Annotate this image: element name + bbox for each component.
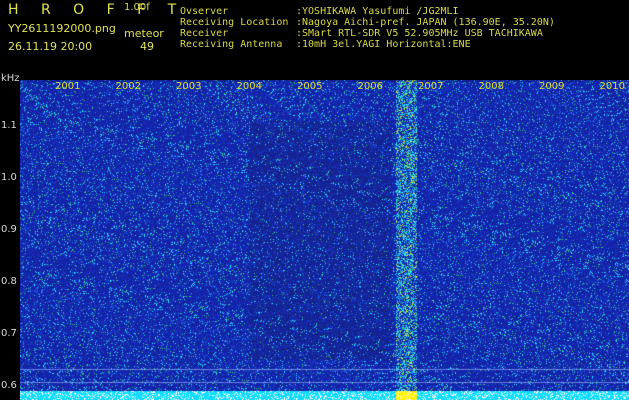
frequency-unit-label: kHz <box>1 73 20 84</box>
time-tick-label: 2010 <box>599 81 625 92</box>
meteor-label: meteor <box>124 27 164 40</box>
freq-tick-label: 0.9 <box>1 223 17 235</box>
freq-tick-label: 0.6 <box>1 379 17 391</box>
time-tick-label: 2007 <box>418 81 444 92</box>
freq-tick-label: 0.8 <box>1 275 17 287</box>
info-key: Receiver <box>180 28 229 39</box>
waterfall-spectrogram <box>20 80 629 400</box>
info-value: :YOSHIKAWA Yasufumi /JG2MLI <box>296 6 459 17</box>
freq-tick-label: 1.0 <box>1 171 17 183</box>
version-label: 1.00f <box>124 2 150 13</box>
info-row-receiver: Receiver :SMart RTL-SDR V5 52.905MHz USB… <box>180 28 555 39</box>
time-tick-label: 2001 <box>55 81 81 92</box>
info-row-antenna: Receiving Antenna :10mH 3el.YAGI Horizon… <box>180 39 555 50</box>
time-tick-label: 2004 <box>236 81 262 92</box>
info-value: :SMart RTL-SDR V5 52.905MHz USB TACHIKAW… <box>296 28 543 39</box>
app-brand: H R O F F T <box>8 2 186 18</box>
time-tick-label: 2009 <box>539 81 565 92</box>
info-key: Receiving Location <box>180 17 289 28</box>
freq-tick-label: 1.1 <box>1 119 17 131</box>
info-row-location: Receiving Location :Nagoya Aichi-pref. J… <box>180 17 555 28</box>
time-tick-label: 2002 <box>115 81 141 92</box>
time-axis: 2001 2002 2003 2004 2005 2006 2007 2008 2009 2010 <box>20 81 629 93</box>
waterfall-canvas <box>20 80 629 400</box>
info-value: :10mH 3el.YAGI Horizontal:ENE <box>296 39 471 50</box>
meteor-count: 49 <box>140 40 154 53</box>
info-key: Receiving Antenna <box>180 39 283 50</box>
file-name: YY2611192000.png <box>8 22 116 35</box>
date-time: 26.11.19 20:00 <box>8 40 93 53</box>
time-tick-label: 2005 <box>297 81 323 92</box>
time-tick-label: 2003 <box>176 81 202 92</box>
freq-tick-label: 0.7 <box>1 327 17 339</box>
time-tick-label: 2006 <box>357 81 383 92</box>
info-key: Ovserver <box>180 6 229 17</box>
station-info: Ovserver :YOSHIKAWA Yasufumi /JG2MLI Rec… <box>180 6 555 50</box>
info-row-observer: Ovserver :YOSHIKAWA Yasufumi /JG2MLI <box>180 6 555 17</box>
time-tick-label: 2008 <box>478 81 504 92</box>
info-value: :Nagoya Aichi-pref. JAPAN (136.90E, 35.2… <box>296 17 555 28</box>
